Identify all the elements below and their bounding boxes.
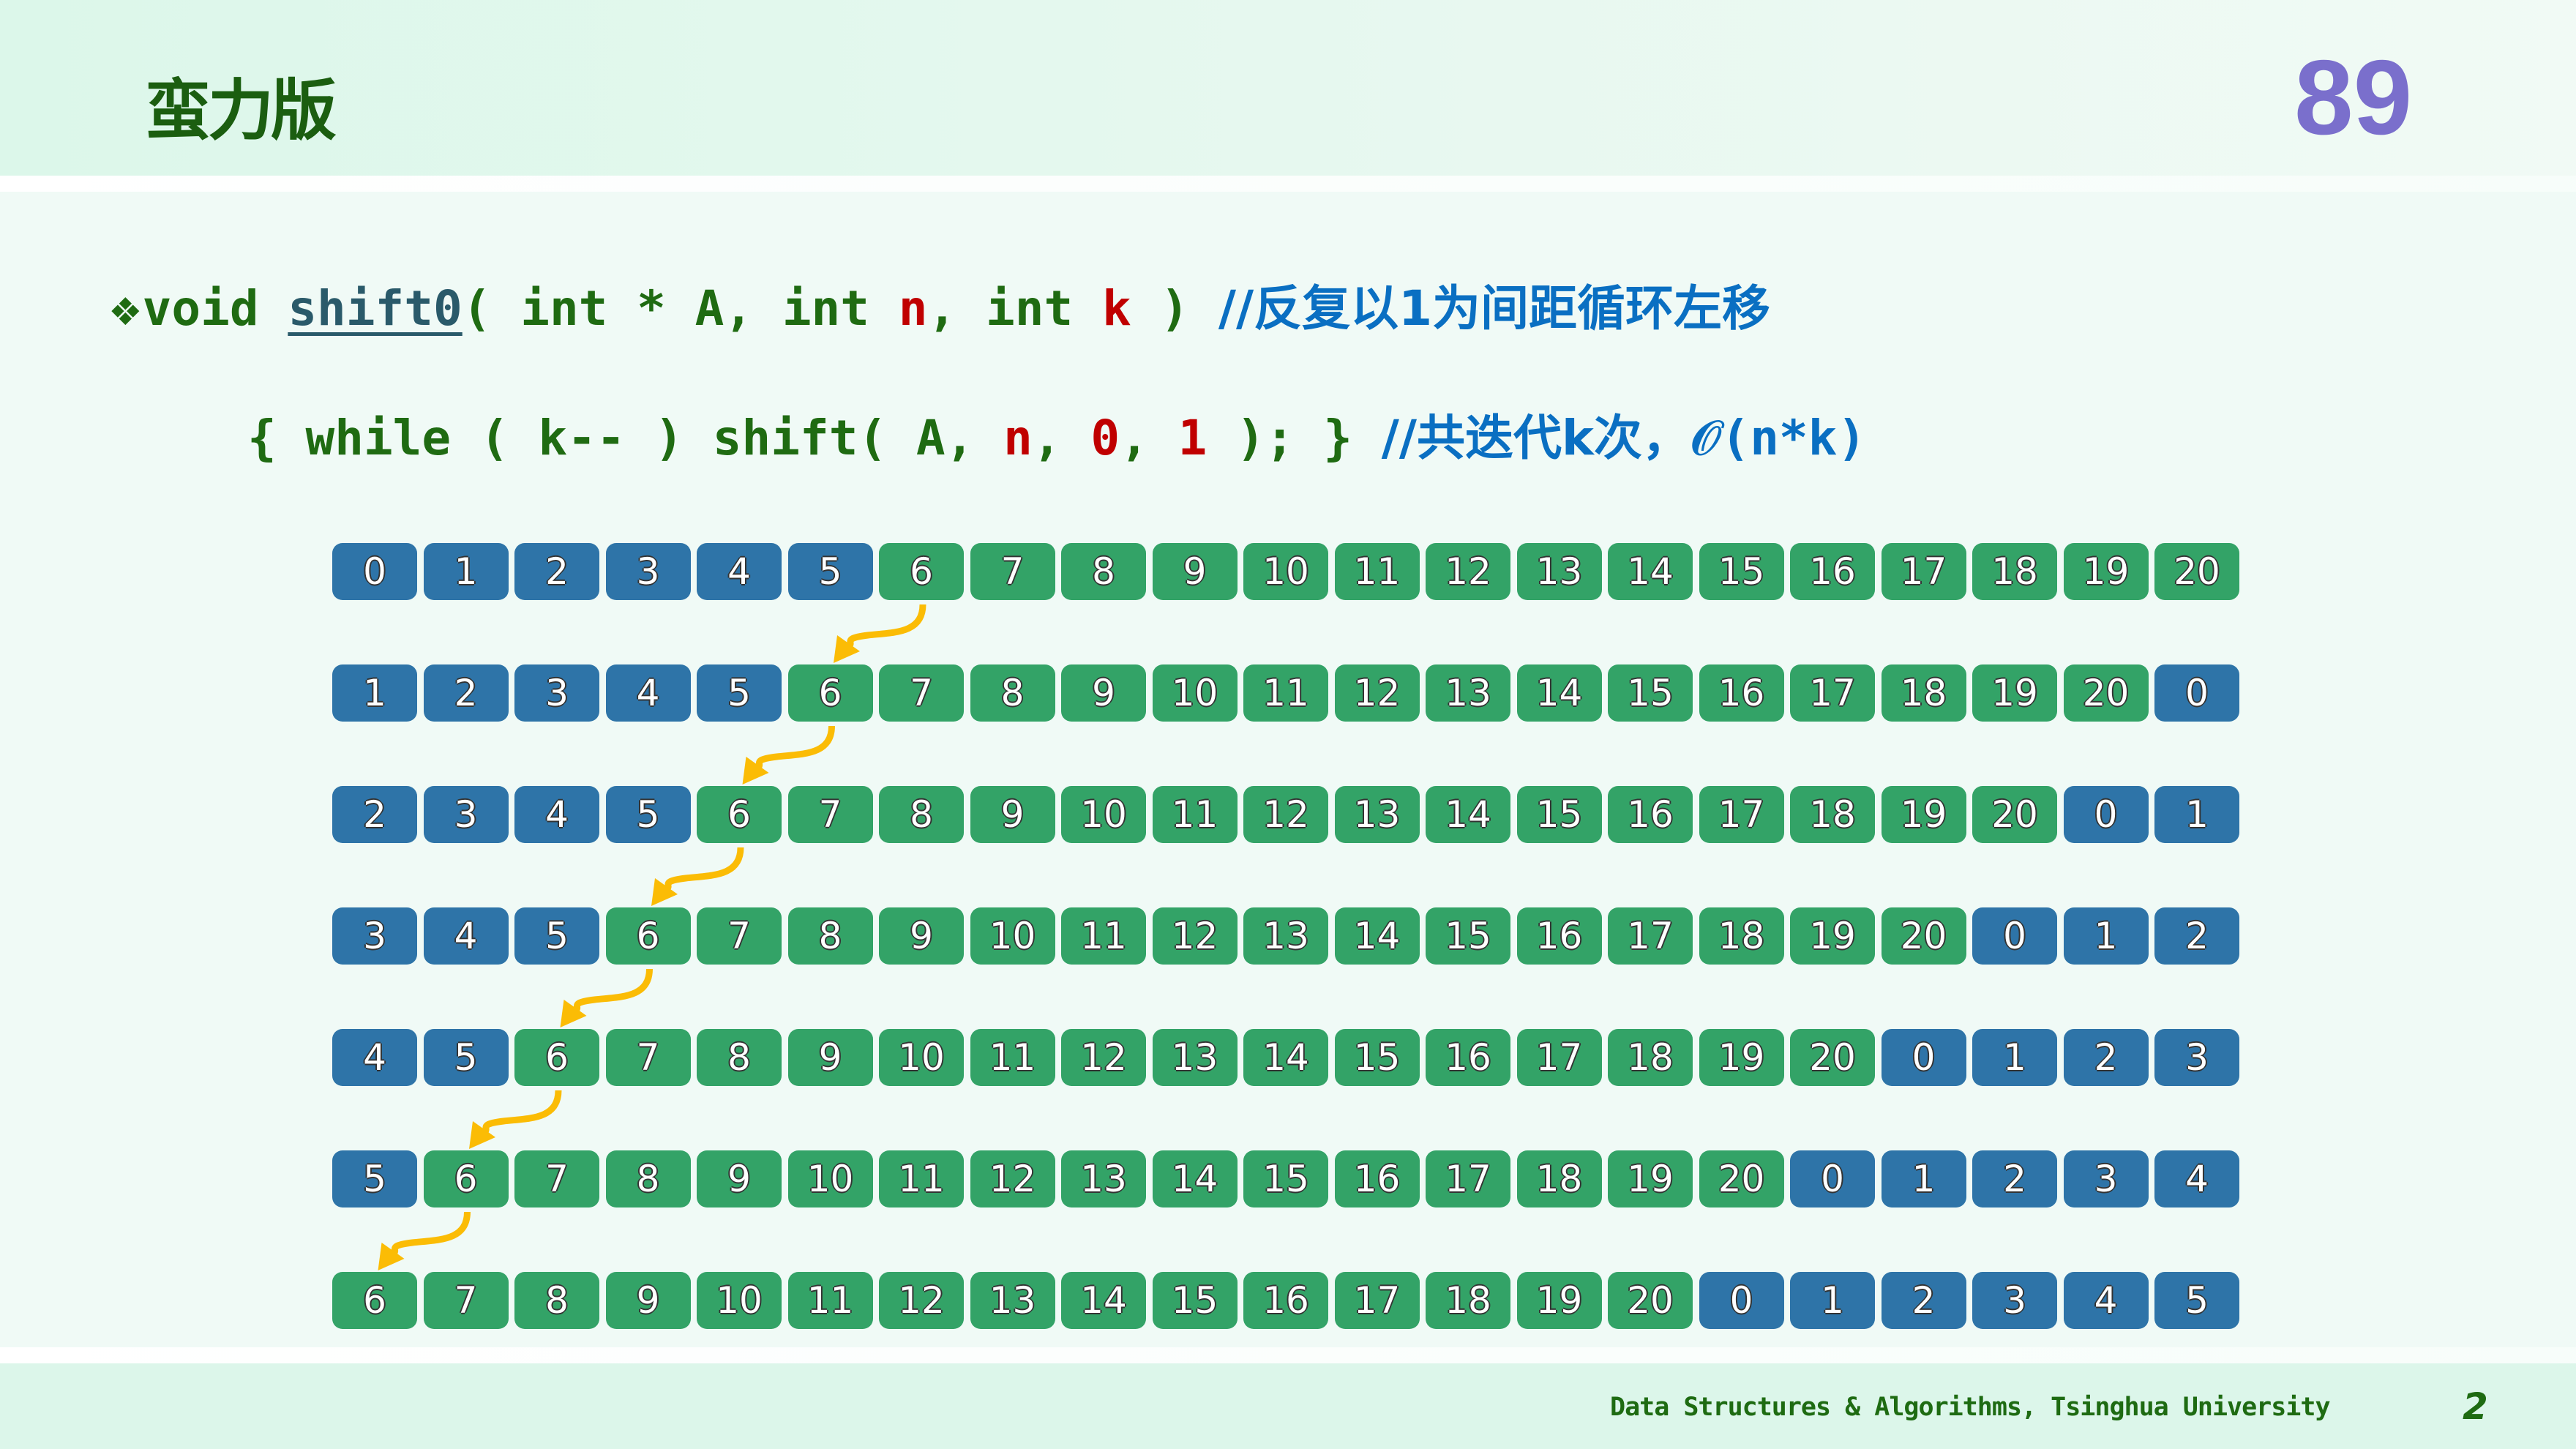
arrow-curve bbox=[391, 1211, 471, 1256]
divider bbox=[0, 1347, 2576, 1363]
footer-text: Data Structures & Algorithms, Tsinghua U… bbox=[1610, 1393, 2331, 1422]
footer-page: 2 bbox=[2463, 1385, 2488, 1428]
arrow-curve bbox=[755, 725, 835, 770]
arrow-curve bbox=[482, 1090, 562, 1134]
arrow-curve bbox=[664, 847, 744, 891]
shift-arrows bbox=[378, 604, 926, 1270]
arrow-curve bbox=[847, 604, 926, 648]
arrow-curve bbox=[573, 968, 653, 1013]
